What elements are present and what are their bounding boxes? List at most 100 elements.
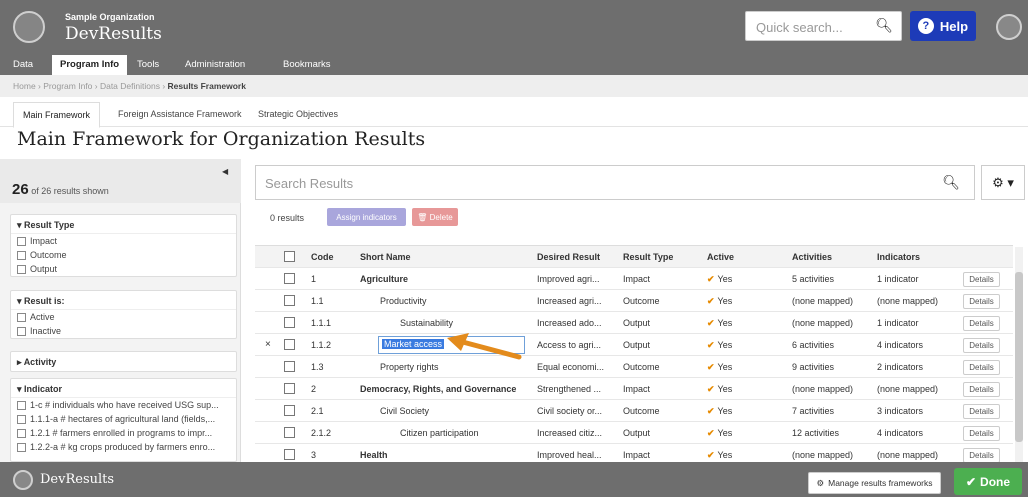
cell-short-name[interactable]: Property rights [380, 362, 439, 372]
remove-icon[interactable]: × [265, 339, 271, 350]
details-button[interactable]: Details [963, 448, 1000, 463]
settings-menu-button[interactable]: ⚙ ▾ [981, 165, 1025, 200]
cell-short-name[interactable]: Agriculture [360, 274, 408, 284]
nav-bookmarks[interactable]: Bookmarks [283, 59, 331, 70]
details-button[interactable]: Details [963, 360, 1000, 375]
row-checkbox[interactable] [284, 273, 295, 284]
checkbox[interactable] [17, 264, 26, 274]
details-button[interactable]: Details [963, 338, 1000, 353]
breadcrumb-home[interactable]: Home [13, 81, 36, 91]
row-checkbox[interactable] [284, 295, 295, 306]
tab-foreign-assistance[interactable]: Foreign Assistance Framework [118, 109, 242, 119]
nav-administration[interactable]: Administration [185, 59, 245, 70]
facet-option[interactable]: Inactive [11, 324, 236, 338]
results-search-input[interactable] [265, 174, 865, 192]
cell-indicators[interactable]: (none mapped) [877, 384, 938, 394]
row-checkbox[interactable] [284, 405, 295, 416]
tab-strategic-objectives[interactable]: Strategic Objectives [258, 109, 338, 119]
column-header-activities[interactable]: Activities [792, 252, 832, 262]
cell-activities[interactable]: (none mapped) [792, 318, 853, 328]
breadcrumb-program-info[interactable]: Program Info [43, 81, 92, 91]
cell-activities[interactable]: 7 activities [792, 406, 834, 416]
facet-option[interactable]: Outcome [11, 248, 236, 262]
cell-short-name[interactable]: Citizen participation [400, 428, 479, 438]
table-row[interactable]: 2.1.2 Citizen participation Increased citi… [255, 422, 1013, 444]
details-button[interactable]: Details [963, 382, 1000, 397]
facet-option[interactable]: 1.1.1-a # hectares of agricultural land … [11, 412, 236, 426]
globe-logo-icon[interactable] [13, 11, 45, 43]
table-row[interactable]: 2 Democracy, Rights, and Governance Streng… [255, 378, 1013, 400]
row-checkbox[interactable] [284, 361, 295, 372]
facet-option[interactable]: Impact [11, 234, 236, 248]
facet-option[interactable]: Output [11, 262, 236, 276]
nav-tools[interactable]: Tools [137, 59, 159, 70]
cell-activities[interactable]: (none mapped) [792, 384, 853, 394]
row-checkbox[interactable] [284, 317, 295, 328]
details-button[interactable]: Details [963, 404, 1000, 419]
column-header-desired-result[interactable]: Desired Result [537, 252, 600, 262]
cell-short-name[interactable]: Sustainability [400, 318, 453, 328]
facet-header[interactable]: ▾ Result is: [11, 291, 236, 310]
details-button[interactable]: Details [963, 316, 1000, 331]
checkbox[interactable] [17, 414, 26, 424]
delete-button[interactable]: 🗑︎ Delete [412, 208, 458, 226]
cell-indicators[interactable]: 1 indicator [877, 318, 919, 328]
checkbox[interactable] [17, 236, 26, 246]
select-all-checkbox[interactable] [284, 251, 295, 262]
row-checkbox[interactable] [284, 339, 295, 350]
table-row[interactable]: 1 Agriculture Improved agri... Impact ✔ Yes 5 … [255, 268, 1013, 290]
cell-activities[interactable]: (none mapped) [792, 296, 853, 306]
cell-short-name[interactable]: Civil Society [380, 406, 429, 416]
cell-activities[interactable]: 12 activities [792, 428, 839, 438]
column-header-result-type[interactable]: Result Type [623, 252, 673, 262]
tab-main-framework[interactable]: Main Framework [13, 102, 101, 128]
checkbox[interactable] [17, 442, 26, 452]
cell-indicators[interactable]: (none mapped) [877, 296, 938, 306]
cell-indicators[interactable]: 3 indicators [877, 406, 923, 416]
table-row[interactable]: 1.1.1 Sustainability Increased ado... Outpu… [255, 312, 1013, 334]
column-header-active[interactable]: Active [707, 252, 734, 262]
row-checkbox[interactable] [284, 427, 295, 438]
checkbox[interactable] [17, 400, 26, 410]
scrollbar-thumb[interactable] [1015, 272, 1023, 442]
facet-header[interactable]: ▾ Result Type [11, 215, 236, 234]
row-checkbox[interactable] [284, 383, 295, 394]
assign-indicators-button[interactable]: Assign indicators [327, 208, 406, 226]
cell-activities[interactable]: 6 activities [792, 340, 834, 350]
column-header-code[interactable]: Code [311, 252, 334, 262]
cell-activities[interactable]: (none mapped) [792, 450, 853, 460]
user-avatar[interactable] [996, 14, 1022, 40]
search-icon[interactable]: 🔍︎ [942, 174, 960, 191]
cell-activities[interactable]: 9 activities [792, 362, 834, 372]
breadcrumb-data-definitions[interactable]: Data Definitions [100, 81, 160, 91]
help-button[interactable]: ? Help [910, 11, 976, 41]
facet-option[interactable]: 1.2.2-a # kg crops produced by farmers e… [11, 440, 236, 454]
facet-header[interactable]: ▾ Indicator [11, 379, 236, 398]
cell-short-name[interactable]: Productivity [380, 296, 427, 306]
cell-short-name[interactable]: Democracy, Rights, and Governance [360, 384, 516, 394]
collapse-left-icon[interactable]: ◀ [222, 167, 228, 176]
cell-short-name[interactable]: Health [360, 450, 388, 460]
checkbox[interactable] [17, 428, 26, 438]
checkbox[interactable] [17, 326, 26, 336]
cell-indicators[interactable]: (none mapped) [877, 450, 938, 460]
table-row[interactable]: 1.3 Property rights Equal economi... Outcom… [255, 356, 1013, 378]
cell-indicators[interactable]: 2 indicators [877, 362, 923, 372]
search-icon[interactable]: 🔍︎ [875, 17, 893, 34]
nav-data[interactable]: Data [13, 59, 33, 70]
facet-option[interactable]: Active [11, 310, 236, 324]
nav-program-info[interactable]: Program Info [52, 55, 128, 75]
table-row[interactable]: × 1.1.2 Market access Access to agri... Outp… [255, 334, 1013, 356]
done-button[interactable]: ✔ Done [954, 468, 1022, 495]
details-button[interactable]: Details [963, 426, 1000, 441]
details-button[interactable]: Details [963, 294, 1000, 309]
checkbox[interactable] [17, 250, 26, 260]
facet-option[interactable]: 1.2.1 # farmers enrolled in programs to … [11, 426, 236, 440]
cell-indicators[interactable]: 4 indicators [877, 428, 923, 438]
table-scrollbar[interactable] [1015, 247, 1023, 462]
row-checkbox[interactable] [284, 449, 295, 460]
details-button[interactable]: Details [963, 272, 1000, 287]
cell-indicators[interactable]: 1 indicator [877, 274, 919, 284]
facet-header[interactable]: ▸ Activity [11, 352, 236, 371]
table-row[interactable]: 1.1 Productivity Increased agri... Outcome ✔… [255, 290, 1013, 312]
